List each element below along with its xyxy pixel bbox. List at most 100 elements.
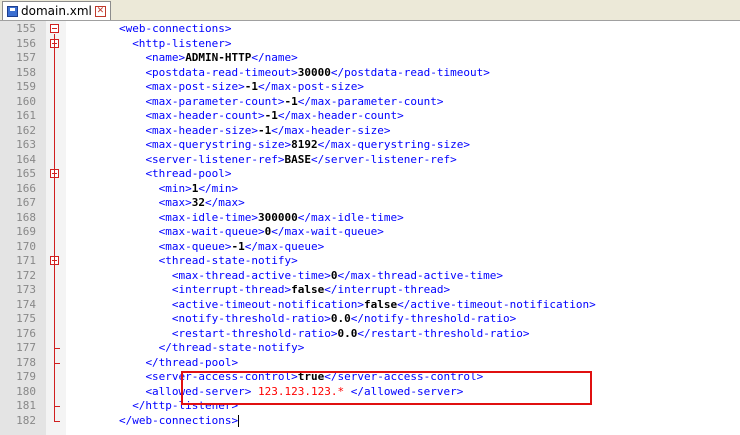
code-text: <postdata-read-timeout>30000</postdata-r…	[145, 66, 489, 81]
line-number: 159	[16, 80, 36, 93]
line-number: 171	[16, 254, 36, 267]
code-line[interactable]: 174 <active-timeout-notification>false</a…	[0, 298, 740, 313]
code-line[interactable]: 168 <max-idle-time>300000</max-idle-time>	[0, 211, 740, 226]
fold-end-marker	[54, 348, 60, 349]
xml-open-tag: <max-post-size>	[145, 80, 245, 93]
code-text: <notify-threshold-ratio>0.0</notify-thre…	[172, 312, 516, 327]
tab-bar: domain.xml ✕	[0, 0, 740, 21]
code-line[interactable]: 177 </thread-state-notify>	[0, 341, 740, 356]
code-line[interactable]: 163 <max-querystring-size>8192</max-query…	[0, 138, 740, 153]
fold-toggle-icon[interactable]	[50, 24, 59, 33]
line-number: 178	[16, 355, 36, 369]
xml-value: BASE	[284, 152, 312, 166]
code-line[interactable]: 165 <thread-pool>	[0, 167, 740, 182]
code-text: <max-querystring-size>8192</max-querystr…	[145, 138, 470, 153]
xml-open-tag: <active-timeout-notification>	[171, 297, 364, 311]
fold-end-marker	[54, 362, 60, 364]
code-line[interactable]: 178 </thread-pool>	[0, 356, 740, 371]
xml-value: -1	[284, 94, 298, 108]
xml-open-tag: <max-querystring-size>	[145, 138, 292, 151]
line-number: 176	[16, 326, 36, 340]
xml-close-tag: </max-thread-active-time>	[337, 268, 504, 282]
code-text: <max-wait-queue>0</max-wait-queue>	[159, 225, 384, 240]
xml-close-tag: </max-header-size>	[271, 123, 391, 137]
line-number: 168	[16, 210, 36, 224]
xml-close-tag: </notify-threshold-ratio>	[350, 312, 517, 325]
xml-open-tag: <thread-state-notify>	[158, 254, 298, 267]
save-status-icon	[7, 5, 18, 17]
code-line[interactable]: 166 <min>1</min>	[0, 182, 740, 197]
code-line[interactable]: 169 <max-wait-queue>0</max-wait-queue>	[0, 225, 740, 240]
line-number: 175	[16, 312, 36, 325]
code-text: <web-connections>	[119, 22, 232, 37]
line-number: 156	[16, 36, 36, 50]
line-number: 169	[16, 225, 36, 238]
code-line[interactable]: 155 <web-connections>	[0, 22, 740, 37]
code-line[interactable]: 156 <http-listener>	[0, 37, 740, 52]
code-text: <server-listener-ref>BASE</server-listen…	[145, 153, 456, 168]
xml-open-tag: <postdata-read-timeout>	[145, 65, 298, 79]
code-line[interactable]: 160 <max-parameter-count>-1</max-paramete…	[0, 95, 740, 110]
xml-close-tag: </min>	[198, 181, 239, 195]
code-line[interactable]: 158 <postdata-read-timeout>30000</postdat…	[0, 66, 740, 81]
xml-close-tag: </max-queue>	[244, 239, 325, 253]
xml-value: -1	[231, 239, 245, 253]
code-line[interactable]: 175 <notify-threshold-ratio>0.0</notify-t…	[0, 312, 740, 327]
xml-value: -1	[264, 109, 278, 122]
code-line[interactable]: 161 <max-header-count>-1</max-header-coun…	[0, 109, 740, 124]
tab-label: domain.xml	[21, 4, 92, 18]
code-text: <max-post-size>-1</max-post-size>	[145, 80, 364, 95]
xml-close-tag: </max-header-count>	[277, 109, 404, 122]
code-text: <min>1</min>	[159, 182, 239, 197]
xml-open-tag: <name>	[145, 51, 186, 64]
code-line[interactable]: 172 <max-thread-active-time>0</max-thread…	[0, 269, 740, 284]
code-line[interactable]: 159 <max-post-size>-1</max-post-size>	[0, 80, 740, 95]
xml-close-tag: </server-listener-ref>	[311, 152, 457, 166]
line-number: 180	[16, 384, 36, 398]
code-editor[interactable]: 155 <web-connections> 156 <http-listener> 15…	[0, 21, 740, 435]
code-line[interactable]: 176 <restart-threshold-ratio>0.0</restart…	[0, 327, 740, 342]
line-number: 182	[16, 413, 36, 427]
fold-guide	[54, 266, 55, 348]
line-number: 174	[16, 297, 36, 311]
xml-open-tag: <interrupt-thread>	[171, 283, 292, 296]
code-text: </thread-pool>	[145, 356, 238, 371]
line-number: 161	[16, 109, 36, 122]
line-number: 165	[16, 167, 36, 180]
code-line[interactable]: 157 <name>ADMIN-HTTP</name>	[0, 51, 740, 66]
line-number: 164	[16, 152, 36, 166]
code-text: <max-header-size>-1</max-header-size>	[145, 124, 390, 139]
xml-open-tag: <max-header-count>	[145, 109, 265, 122]
code-line[interactable]: 173 <interrupt-thread>false</interrupt-th…	[0, 283, 740, 298]
code-line[interactable]: 182 </web-connections>	[0, 414, 740, 429]
code-text: <interrupt-thread>false</interrupt-threa…	[172, 283, 450, 298]
xml-close-tag: </restart-threshold-ratio>	[357, 326, 530, 340]
line-number: 167	[16, 196, 36, 209]
xml-open-tag: </thread-state-notify>	[158, 341, 305, 354]
xml-value: false	[291, 283, 325, 296]
code-text: <thread-pool>	[145, 167, 231, 182]
xml-close-tag: </max-wait-queue>	[271, 225, 384, 238]
tab-domain-xml[interactable]: domain.xml ✕	[2, 1, 111, 20]
xml-open-tag: </web-connections>	[118, 413, 239, 427]
xml-open-tag: <max-parameter-count>	[145, 94, 285, 108]
code-text: <max-queue>-1</max-queue>	[159, 240, 325, 255]
line-number: 177	[16, 341, 36, 354]
code-line[interactable]: 170 <max-queue>-1</max-queue>	[0, 240, 740, 255]
xml-value: 0.0	[337, 326, 358, 340]
code-line[interactable]: 164 <server-listener-ref>BASE</server-lis…	[0, 153, 740, 168]
text-caret	[238, 414, 240, 427]
line-number: 155	[16, 22, 36, 35]
code-line[interactable]: 167 <max>32</max>	[0, 196, 740, 211]
code-text: <http-listener>	[132, 37, 231, 52]
xml-open-tag: <http-listener>	[132, 36, 232, 50]
line-number: 157	[16, 51, 36, 64]
xml-open-tag: <max-thread-active-time>	[171, 268, 331, 282]
close-icon[interactable]: ✕	[94, 5, 106, 17]
line-number: 158	[16, 65, 36, 79]
xml-value: -1	[258, 123, 272, 137]
code-text: <max-thread-active-time>0</max-thread-ac…	[172, 269, 503, 284]
xml-open-tag: <max-wait-queue>	[158, 225, 265, 238]
code-line[interactable]: 171 <thread-state-notify>	[0, 254, 740, 269]
code-line[interactable]: 162 <max-header-size>-1</max-header-size>	[0, 124, 740, 139]
